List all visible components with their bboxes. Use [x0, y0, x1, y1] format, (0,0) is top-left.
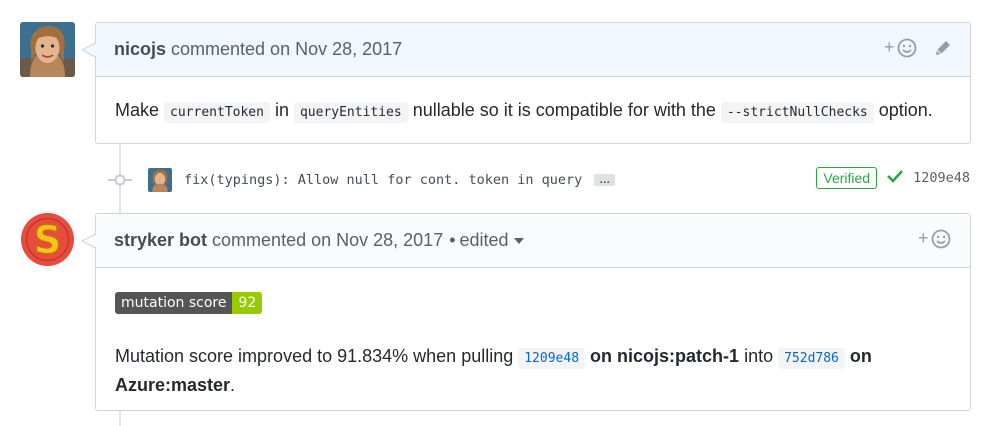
commit-expand-button[interactable]: …	[594, 173, 616, 186]
commit-message-link[interactable]: fix(typings): Allow null for cont. token…	[184, 172, 582, 188]
verified-badge[interactable]: Verified	[816, 167, 878, 189]
separator: •	[449, 230, 456, 250]
body-text: in	[269, 100, 294, 120]
inline-code: currentToken	[164, 102, 270, 123]
comment-nicojs: nicojs commented on Nov 28, 2017 + Make …	[81, 22, 971, 144]
comment-arrow	[83, 43, 97, 57]
commit-node-icon	[108, 170, 132, 195]
comment-header: stryker bot commented on Nov 28, 2017 • …	[96, 214, 970, 268]
svg-text:S: S	[34, 218, 61, 262]
smiley-plus-icon[interactable]: +	[918, 228, 952, 255]
smiley-plus-icon[interactable]: +	[884, 37, 918, 64]
chevron-down-icon	[513, 238, 524, 245]
commit-sha-link[interactable]: 752d786	[778, 348, 845, 369]
body-text: Mutation score improved to 91.834% when …	[115, 346, 519, 366]
comment-header: nicojs commented on Nov 28, 2017 +	[96, 23, 970, 77]
body-text: option.	[873, 100, 933, 120]
check-icon[interactable]	[887, 169, 904, 188]
inline-code: queryEntities	[293, 102, 408, 123]
branch-label: Azure:master	[115, 375, 231, 395]
commit-author-avatar[interactable]	[148, 168, 172, 192]
comment-stryker-bot: stryker bot commented on Nov 28, 2017 • …	[81, 213, 971, 411]
avatar[interactable]: S	[20, 212, 75, 267]
comment-body: Make currentToken in queryEntities nulla…	[96, 77, 970, 126]
comment-action: commented on	[171, 39, 291, 59]
commit-sha-link[interactable]: 1209e48	[518, 348, 586, 369]
edited-dropdown[interactable]: edited	[460, 230, 524, 251]
badge-label: mutation score	[115, 292, 233, 314]
comment-body: mutation score 92 Mutation score improve…	[96, 268, 970, 399]
body-text: Make	[115, 100, 165, 120]
inline-code: --strictNullChecks	[720, 102, 874, 123]
mutation-score-badge[interactable]: mutation score 92	[115, 292, 263, 314]
avatar[interactable]	[20, 22, 75, 77]
commit-sha-link[interactable]: 1209e48	[913, 170, 970, 186]
comment-action: commented on	[212, 230, 332, 250]
commit-row: fix(typings): Allow null for cont. token…	[108, 166, 970, 194]
badge-value: 92	[232, 292, 263, 314]
edited-label: edited	[459, 230, 509, 250]
nicojs-avatar-image	[20, 22, 75, 77]
body-text: into	[739, 346, 779, 366]
body-text: .	[230, 375, 236, 395]
svg-text:+: +	[918, 228, 929, 248]
comment-date[interactable]: Nov 28, 2017	[295, 39, 402, 60]
stryker-logo-icon: S	[20, 212, 75, 267]
comment-date[interactable]: Nov 28, 2017	[336, 230, 443, 251]
branch-label: on	[849, 346, 872, 366]
body-text: nullable so it is compatible for with th…	[407, 100, 721, 120]
pencil-icon[interactable]	[934, 39, 952, 62]
comment-author[interactable]: stryker bot	[114, 230, 207, 251]
mutation-summary: Mutation score improved to 91.834% when …	[115, 343, 951, 399]
comment-arrow	[83, 234, 97, 248]
branch-label: on nicojs:patch-1	[590, 346, 740, 366]
timeline-line	[119, 410, 121, 426]
comment-author[interactable]: nicojs	[114, 39, 166, 60]
svg-text:+: +	[884, 37, 895, 57]
